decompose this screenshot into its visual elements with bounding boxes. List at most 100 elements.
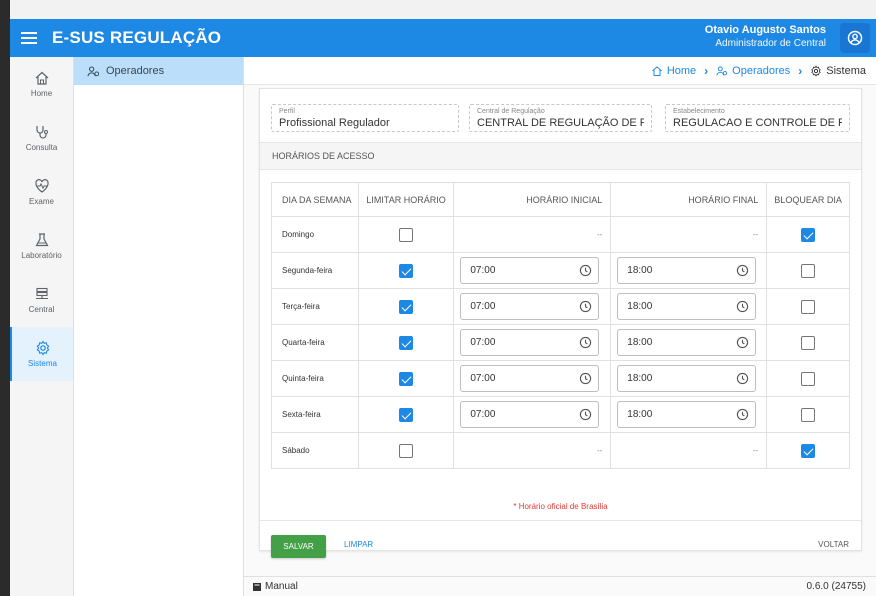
version-label: 0.6.0 (24755) <box>806 581 867 592</box>
limit-cell <box>357 324 455 361</box>
clock-icon <box>580 372 592 385</box>
book-icon <box>253 582 261 591</box>
end-time-cell: 18:00 <box>610 288 768 325</box>
start-time-input[interactable]: 07:00 <box>460 365 600 392</box>
block-cell <box>766 252 850 289</box>
sub-navigation: Operadores <box>74 57 244 596</box>
block-checkbox[interactable] <box>801 263 816 278</box>
schedule-table: DIA DA SEMANA LIMITAR HORÁRIO HORÁRIO IN… <box>271 182 850 469</box>
start-time-input[interactable]: 07:00 <box>460 293 600 320</box>
perfil-field[interactable]: Perfil Profissional Regulador <box>271 104 459 132</box>
block-checkbox[interactable] <box>801 443 816 458</box>
block-checkbox[interactable] <box>801 407 816 422</box>
rail-item-exame[interactable]: Exame <box>10 165 73 219</box>
limit-cell <box>357 360 455 397</box>
block-checkbox[interactable] <box>801 371 816 386</box>
user-name: Otavio Augusto Santos <box>704 24 826 36</box>
limit-cell <box>357 432 455 469</box>
day-cell: Segunda-feira <box>271 252 359 289</box>
day-cell: Quinta-feira <box>271 360 359 397</box>
manual-link[interactable]: Manual <box>252 581 298 592</box>
subnav-item-operadores[interactable]: Operadores <box>74 57 243 85</box>
rail-item-sistema[interactable]: Sistema <box>10 327 73 381</box>
breadcrumb-home[interactable]: Home <box>651 65 696 77</box>
back-button[interactable]: VOLTAR <box>818 540 849 549</box>
user-role: Administrador de Central <box>715 38 826 49</box>
header-end: HORÁRIO FINAL <box>610 182 768 217</box>
limit-checkbox[interactable] <box>399 443 414 458</box>
end-time-value: 18:00 <box>627 409 653 420</box>
day-cell: Sexta-feira <box>271 396 359 433</box>
start-time-value: 07:00 <box>470 337 496 348</box>
start-time-input[interactable]: 07:00 <box>460 401 600 428</box>
block-cell <box>766 360 850 397</box>
rail-label: Laboratório <box>21 251 62 260</box>
end-time-input[interactable]: 18:00 <box>617 329 757 356</box>
rail-item-home[interactable]: Home <box>10 57 73 111</box>
breadcrumb-operadores-label: Operadores <box>732 64 791 77</box>
limit-checkbox[interactable] <box>399 335 414 350</box>
table-header-row: DIA DA SEMANA LIMITAR HORÁRIO HORÁRIO IN… <box>271 182 850 217</box>
table-row: Sábado -- -- <box>271 432 850 469</box>
clock-icon <box>580 264 592 277</box>
perfil-label: Perfil <box>279 108 295 115</box>
start-time-cell: 07:00 <box>453 288 612 325</box>
end-time-input[interactable]: 18:00 <box>617 293 757 320</box>
block-checkbox[interactable] <box>801 299 816 314</box>
stethoscope-icon <box>35 126 48 139</box>
breadcrumb-sistema-label: Sistema <box>826 64 866 77</box>
form-actions: SALVAR LIMPAR VOLTAR <box>260 520 861 558</box>
limit-checkbox[interactable] <box>399 227 414 242</box>
form-card: Perfil Profissional Regulador Central de… <box>259 88 862 558</box>
start-time-value: 07:00 <box>470 265 496 276</box>
clock-icon <box>737 372 749 385</box>
gear-icon <box>36 340 49 356</box>
users-icon <box>87 66 100 76</box>
rail-item-laboratorio[interactable]: Laboratório <box>10 219 73 273</box>
limit-checkbox[interactable] <box>399 407 414 422</box>
limit-checkbox[interactable] <box>399 371 414 386</box>
limit-checkbox[interactable] <box>399 263 414 278</box>
table-row: Quinta-feira 07:00 18:00 <box>271 360 850 397</box>
clear-button[interactable]: LIMPAR <box>344 540 373 549</box>
footer: Manual 0.6.0 (24755) <box>244 576 876 596</box>
rail-item-consulta[interactable]: Consulta <box>10 111 73 165</box>
rail-item-central[interactable]: Central <box>10 273 73 327</box>
day-cell: Quarta-feira <box>271 324 359 361</box>
header-limit: LIMITAR HORÁRIO <box>357 182 455 217</box>
clock-icon <box>580 408 592 421</box>
clock-icon <box>737 336 749 349</box>
end-time-input[interactable]: 18:00 <box>617 257 757 284</box>
end-time-cell: 18:00 <box>610 360 768 397</box>
account-button[interactable] <box>840 23 870 53</box>
schedule-body: Domingo -- -- Segunda-feira 07:00 18:00 Terça-… <box>271 216 850 469</box>
clock-icon <box>580 336 592 349</box>
gear-icon <box>811 64 822 77</box>
breadcrumb-operadores[interactable]: Operadores <box>716 65 790 77</box>
start-time-input[interactable]: 07:00 <box>460 329 600 356</box>
end-time-cell: -- <box>610 432 768 469</box>
block-checkbox[interactable] <box>801 335 816 350</box>
end-time-cell: 18:00 <box>610 324 768 361</box>
heart-pulse-icon <box>34 179 49 193</box>
start-time-cell: 07:00 <box>453 324 612 361</box>
server-icon <box>35 287 48 300</box>
end-time-value: 18:00 <box>627 301 653 312</box>
limit-cell <box>357 396 455 433</box>
window-top-strip <box>10 0 876 19</box>
save-button[interactable]: SALVAR <box>271 535 326 558</box>
breadcrumb-home-label: Home <box>666 64 697 77</box>
start-time-input[interactable]: 07:00 <box>460 257 600 284</box>
end-time-input[interactable]: 18:00 <box>617 365 757 392</box>
menu-icon[interactable] <box>10 19 48 57</box>
estabelecimento-field[interactable]: Estabelecimento REGULACAO E CONTROLE DE … <box>665 104 850 132</box>
limit-checkbox[interactable] <box>399 299 414 314</box>
end-time-value: 18:00 <box>627 265 653 276</box>
central-field[interactable]: Central de Regulação CENTRAL DE REGULAÇÃ… <box>469 104 652 132</box>
day-cell: Domingo <box>271 216 359 253</box>
end-time-cell: -- <box>610 216 768 253</box>
block-checkbox[interactable] <box>801 227 816 242</box>
end-time-input[interactable]: 18:00 <box>617 401 757 428</box>
account-icon <box>847 30 863 46</box>
central-label: Central de Regulação <box>477 108 545 115</box>
